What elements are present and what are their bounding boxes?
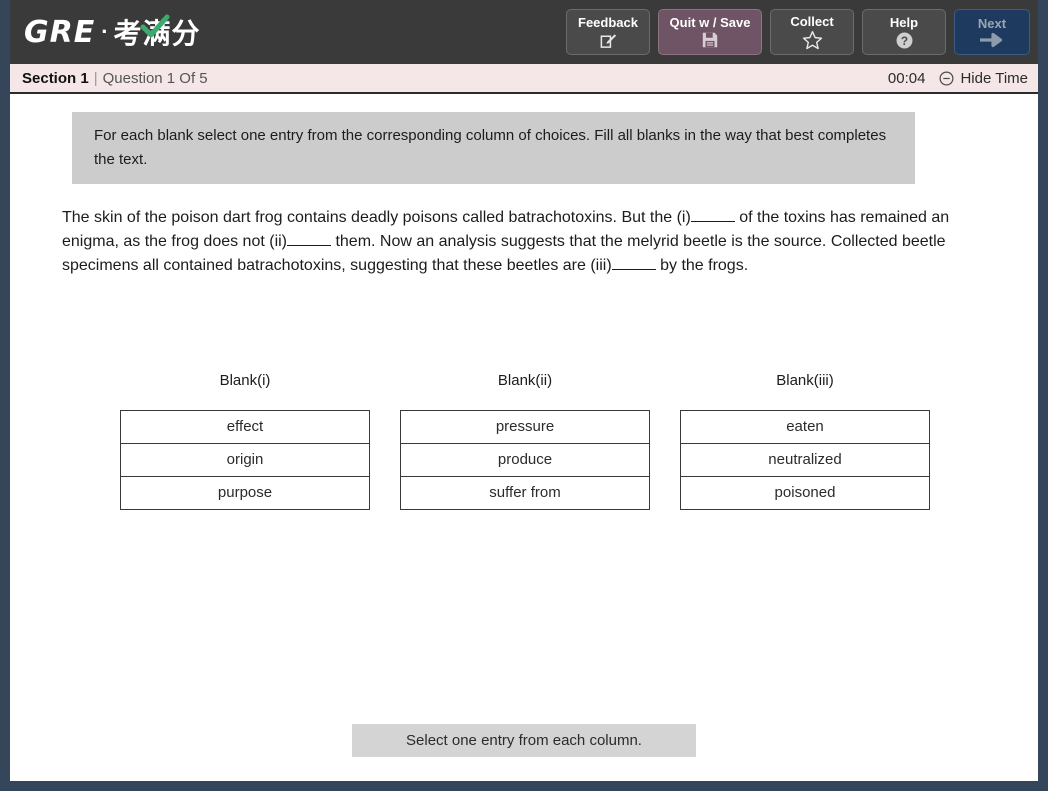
directions-box: For each blank select one entry from the… — [72, 112, 915, 184]
blank-iii-option-1[interactable]: eaten — [681, 411, 929, 444]
feedback-button[interactable]: Feedback — [566, 9, 650, 55]
arrow-right-icon — [979, 32, 1005, 48]
blank-ii-title: Blank(ii) — [497, 372, 553, 389]
timer-value: 00:04 — [887, 69, 926, 87]
question-counter: Question 1 Of 5 — [102, 69, 208, 87]
toolbar-button-group: Feedback Quit w / Save Collect Help ? Ne… — [566, 9, 1030, 55]
question-circle-icon: ? — [895, 31, 914, 50]
hide-time-label: Hide Time — [960, 69, 1028, 87]
blank-iii-title: Blank(iii) — [776, 372, 834, 389]
blank-iii-choice-box: eaten neutralized poisoned — [680, 410, 930, 510]
svg-text:?: ? — [900, 33, 907, 47]
timer-area: 00:04 Hide Time — [888, 70, 1028, 87]
collect-button-label: Collect — [790, 14, 834, 29]
brand-logo: GRE · 考满分 — [24, 12, 201, 52]
blank-ii-option-2[interactable]: produce — [401, 444, 649, 477]
blank-i-placeholder — [690, 221, 735, 222]
selection-hint: Select one entry from each column. — [352, 724, 696, 757]
feedback-button-label: Feedback — [578, 14, 638, 30]
blank-i-option-2[interactable]: origin — [121, 444, 369, 477]
answer-columns: Blank(i) effect origin purpose Blank(ii)… — [120, 372, 940, 510]
help-button[interactable]: Help ? — [862, 9, 946, 55]
top-toolbar: GRE · 考满分 Feedback Quit w / Save Collect… — [10, 0, 1038, 64]
blank-i-option-3[interactable]: purpose — [121, 477, 369, 509]
answer-column-blank-i: Blank(i) effect origin purpose — [120, 372, 370, 510]
hide-time-button[interactable]: Hide Time — [939, 70, 1028, 87]
passage-text: The skin of the poison dart frog contain… — [62, 206, 984, 278]
blank-i-choice-box: effect origin purpose — [120, 410, 370, 510]
save-disk-icon — [701, 31, 719, 49]
passage-segment-4: by the frogs. — [655, 257, 749, 274]
collect-button[interactable]: Collect — [770, 9, 854, 55]
star-icon — [802, 30, 823, 50]
blank-ii-choice-box: pressure produce suffer from — [400, 410, 650, 510]
answer-column-blank-iii: Blank(iii) eaten neutralized poisoned — [680, 372, 930, 510]
logo-chinese-text: 考满分 — [114, 12, 201, 52]
logo-gre-text: GRE — [24, 14, 96, 50]
minus-circle-icon — [939, 71, 954, 86]
blank-iii-placeholder — [611, 269, 656, 270]
blank-ii-option-3[interactable]: suffer from — [401, 477, 649, 509]
logo-dot-separator: · — [101, 19, 109, 44]
blank-iii-option-3[interactable]: poisoned — [681, 477, 929, 509]
blank-i-title: Blank(i) — [219, 372, 271, 389]
logo-chinese-label: 考满分 — [113, 17, 201, 50]
section-separator: | — [93, 69, 98, 87]
next-button[interactable]: Next — [954, 9, 1030, 55]
section-label: Section 1 — [22, 69, 89, 87]
blank-i-option-1[interactable]: effect — [121, 411, 369, 444]
blank-ii-placeholder — [287, 245, 332, 246]
answer-column-blank-ii: Blank(ii) pressure produce suffer from — [400, 372, 650, 510]
app-window: GRE · 考满分 Feedback Quit w / Save Collect… — [10, 0, 1038, 781]
help-button-label: Help — [889, 14, 919, 30]
section-status-bar: Section 1 | Question 1 Of 5 00:04 Hide T… — [10, 64, 1038, 94]
footer-note-area: Select one entry from each column. — [10, 724, 1038, 757]
question-content: For each blank select one entry from the… — [10, 94, 1038, 781]
quit-with-save-button-label: Quit w / Save — [669, 15, 751, 30]
section-info: Section 1 | Question 1 Of 5 — [22, 70, 208, 87]
passage-segment-1: The skin of the poison dart frog contain… — [62, 209, 691, 226]
blank-ii-option-1[interactable]: pressure — [401, 411, 649, 444]
blank-iii-option-2[interactable]: neutralized — [681, 444, 929, 477]
next-button-label: Next — [977, 16, 1007, 31]
edit-square-icon — [599, 31, 618, 50]
quit-with-save-button[interactable]: Quit w / Save — [658, 9, 762, 55]
